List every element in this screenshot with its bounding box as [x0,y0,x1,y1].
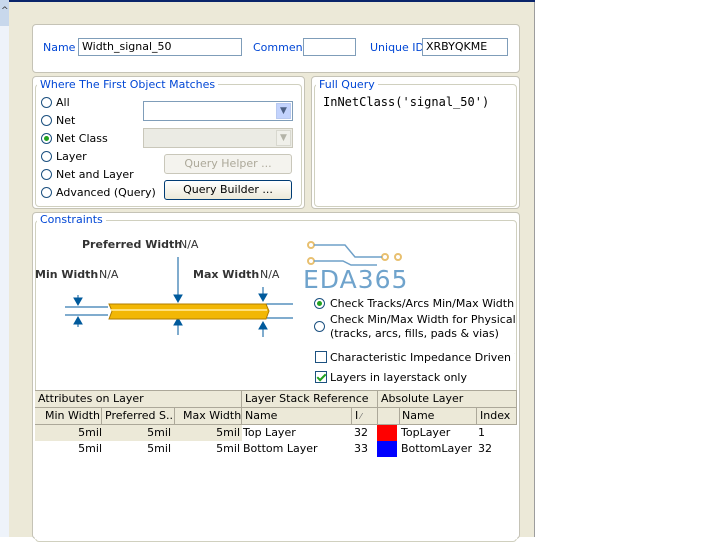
layer-color-swatch [377,441,397,457]
column-abs-name[interactable]: Name [400,408,477,425]
column-name[interactable]: Name [242,408,352,425]
row-i: 32 [354,426,368,439]
check-tracks-label[interactable]: Check Tracks/Arcs Min/Max Width Ind [330,297,515,310]
impedance-label[interactable]: Characteristic Impedance Driven Width [330,351,515,364]
row-index: 32 [478,442,492,455]
row-pref[interactable]: 5mil [102,441,171,457]
name-label: Name [43,41,76,54]
eda-logo-traces [307,241,402,266]
layer-color-swatch [377,425,397,441]
chevron-up-icon[interactable]: ^ [0,0,9,27]
column-max-width[interactable]: Max Width [175,408,242,425]
group-header-attributes[interactable]: Attributes on Layer [35,391,242,408]
row-index: 1 [478,426,485,439]
layerstack-label[interactable]: Layers in layerstack only [330,371,467,384]
name-panel: Name Width_signal_50 Comment Unique ID X… [32,24,520,73]
check-tracks-radio[interactable] [314,298,325,309]
query-builder-button[interactable]: Query Builder ... [164,180,292,200]
radio-all-label[interactable]: All [56,96,70,109]
radio-all[interactable] [41,97,52,108]
radio-net-class[interactable] [41,133,52,144]
column-i[interactable]: I ⁄ [352,408,378,425]
impedance-checkbox[interactable] [315,351,327,363]
chevron-down-icon[interactable]: ▼ [276,103,291,119]
column-preferred[interactable]: Preferred S... [102,408,175,425]
row-abs-name: TopLayer [401,426,451,439]
preferred-width-label: Preferred Width [82,238,183,251]
constraints-panel: Constraints Preferred Width N/A Min Widt… [32,212,520,542]
first-object-panel: Where The First Object Matches All Net N… [32,76,305,209]
radio-advanced-label[interactable]: Advanced (Query) [56,186,156,199]
row-pref[interactable]: 5mil [102,425,171,441]
sort-icon: ⁄ [360,412,362,421]
radio-layer[interactable] [41,151,52,162]
row-name: Top Layer [243,426,296,439]
radio-net-and-layer-label[interactable]: Net and Layer [56,168,134,181]
track-width-diagram [65,257,293,337]
chevron-down-icon[interactable]: ▼ [276,130,291,146]
row-name: Bottom Layer [243,442,318,455]
column-min-width[interactable]: Min Width [35,408,102,425]
check-physically-label[interactable]: Check Min/Max Width for Physically Co [330,313,515,326]
column-index[interactable]: Index [477,408,517,425]
unique-id-field[interactable]: XRBYQKME [422,38,508,56]
second-combo[interactable]: ▼ [143,128,293,148]
full-query-text[interactable]: InNetClass('signal_50') [323,95,489,109]
group-header-absolute[interactable]: Absolute Layer [378,391,517,408]
radio-net-class-label[interactable]: Net Class [56,132,108,145]
radio-net-and-layer[interactable] [41,169,52,180]
row-min[interactable]: 5mil [35,425,102,441]
table-row[interactable]: 5mil 5mil 5mil Top Layer 32 TopLayer 1 [35,425,517,441]
full-query-panel: Full Query InNetClass('signal_50') [311,76,520,209]
check-physically-sublabel: (tracks, arcs, fills, pads & vias) [330,327,499,340]
radio-net-label[interactable]: Net [56,114,75,127]
row-max[interactable]: 5mil [175,425,240,441]
full-query-title: Full Query [316,78,378,91]
title-edge [9,0,535,2]
row-i: 33 [354,442,368,455]
row-abs-name: BottomLayer [401,442,473,455]
radio-net[interactable] [41,115,52,126]
radio-layer-label[interactable]: Layer [56,150,87,163]
check-physically-radio[interactable] [314,321,325,332]
table-row[interactable]: 5mil 5mil 5mil Bottom Layer 33 BottomLay… [35,441,517,457]
name-field[interactable]: Width_signal_50 [78,38,242,56]
layer-table: Attributes on Layer Layer Stack Referenc… [35,390,517,539]
net-class-combo[interactable]: ▼ [143,101,293,121]
scroll-track[interactable] [0,26,9,537]
first-object-title: Where The First Object Matches [37,78,219,91]
preferred-width-value: N/A [179,238,199,251]
watermark-text: EDA365 [303,265,409,294]
constraints-title: Constraints [37,213,106,226]
column-color[interactable] [378,408,400,425]
comment-field[interactable] [303,38,356,56]
query-helper-button[interactable]: Query Helper ... [164,154,292,174]
comment-label: Comment [253,41,307,54]
group-header-layerstack[interactable]: Layer Stack Reference [242,391,378,408]
radio-advanced[interactable] [41,187,52,198]
unique-id-label: Unique ID [370,41,425,54]
row-min[interactable]: 5mil [35,441,102,457]
row-max[interactable]: 5mil [175,441,240,457]
column-i-label: I [355,409,359,422]
layerstack-checkbox[interactable] [315,371,327,383]
